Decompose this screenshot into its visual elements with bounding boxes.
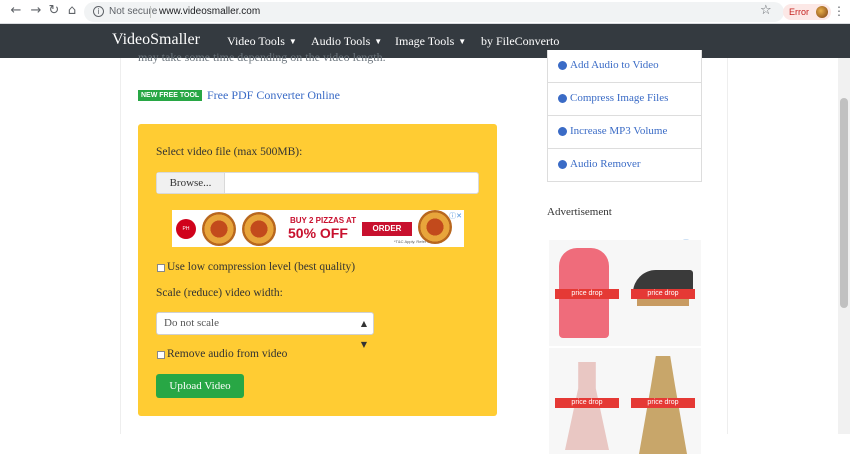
price-drop-tag: price drop bbox=[555, 398, 619, 408]
product-ad-jacket[interactable]: price drop bbox=[549, 240, 625, 346]
chevron-down-icon: ▼ bbox=[288, 37, 297, 46]
upload-video-button[interactable]: Upload Video bbox=[156, 374, 244, 398]
price-drop-tag: price drop bbox=[631, 398, 695, 408]
sidebar-item-label: Increase MP3 Volume bbox=[570, 125, 668, 137]
product-ad-gown[interactable]: price drop bbox=[625, 348, 701, 454]
scale-select[interactable]: Do not scale ▲ ▼ bbox=[156, 312, 374, 349]
price-drop-tag: price drop bbox=[555, 289, 619, 299]
star-icon[interactable]: ☆ bbox=[760, 3, 772, 18]
sidebar-item-increase-mp3[interactable]: Increase MP3 Volume bbox=[547, 116, 702, 149]
site-navbar: VideoSmaller Video Tools ▼ Audio Tools ▼ I… bbox=[0, 24, 850, 58]
sidebar-item-add-audio[interactable]: Add Audio to Video bbox=[547, 50, 702, 83]
price-drop-tag: price drop bbox=[631, 289, 695, 299]
globe-icon bbox=[558, 127, 567, 136]
profile-error-badge[interactable]: Error bbox=[783, 4, 831, 20]
sidebar-item-label: Compress Image Files bbox=[570, 92, 669, 104]
pizza-hut-logo: PH bbox=[176, 219, 196, 239]
url-text[interactable]: www.videosmaller.com bbox=[159, 2, 260, 22]
nav-label: Image Tools bbox=[395, 34, 455, 48]
reload-icon[interactable]: ↻ bbox=[46, 3, 62, 19]
advertisement-title: Advertisement bbox=[547, 206, 612, 218]
product-ad-sandal[interactable]: price drop bbox=[625, 240, 701, 346]
ad-line2: 50% OFF bbox=[288, 225, 348, 241]
globe-icon bbox=[558, 160, 567, 169]
content-border-right bbox=[727, 58, 728, 434]
remove-audio-checkbox[interactable] bbox=[157, 351, 165, 359]
forward-icon[interactable]: → bbox=[28, 3, 44, 19]
order-now-button[interactable]: ORDER NOW bbox=[362, 222, 412, 247]
address-bar[interactable]: i Not secure www.videosmaller.com bbox=[84, 2, 784, 22]
nav-video-tools[interactable]: Video Tools ▼ bbox=[227, 34, 297, 49]
select-arrows-icon: ▲ ▼ bbox=[360, 319, 367, 349]
low-compression-label: Use low compression level (best quality) bbox=[167, 261, 356, 273]
browse-button[interactable]: Browse... bbox=[157, 173, 225, 193]
ad-line1: BUY 2 PIZZAS AT bbox=[290, 216, 357, 225]
sidebar-item-label: Add Audio to Video bbox=[570, 59, 659, 71]
chevron-down-icon: ▼ bbox=[458, 37, 467, 46]
nav-label: by FileConverto bbox=[481, 34, 560, 48]
nav-fileconverto[interactable]: by FileConverto bbox=[481, 34, 559, 49]
low-compression-checkbox[interactable] bbox=[157, 264, 165, 272]
error-label: Error bbox=[789, 7, 809, 17]
pdf-converter-link[interactable]: Free PDF Converter Online bbox=[207, 88, 340, 103]
select-file-label: Select video file (max 500MB): bbox=[156, 146, 303, 158]
chevron-down-icon: ▼ bbox=[374, 37, 383, 46]
browser-toolbar: ← → ↻ ⌂ i Not secure www.videosmaller.co… bbox=[0, 0, 850, 24]
home-icon[interactable]: ⌂ bbox=[64, 3, 80, 19]
product-ad-dress[interactable]: price drop bbox=[549, 348, 625, 454]
back-icon[interactable]: ← bbox=[8, 3, 24, 19]
avatar bbox=[816, 6, 828, 18]
sidebar-tool-list: Add Audio to Video Compress Image Files … bbox=[547, 50, 702, 182]
nav-audio-tools[interactable]: Audio Tools ▼ bbox=[311, 34, 382, 49]
menu-kebab-icon[interactable]: ⋮ bbox=[833, 4, 845, 18]
globe-icon bbox=[558, 61, 567, 70]
pizza-ad-banner[interactable]: PH BUY 2 PIZZAS AT 50% OFF ORDER NOW *T&… bbox=[172, 210, 464, 247]
scrollbar-thumb[interactable] bbox=[840, 98, 848, 308]
sidebar-item-compress-image[interactable]: Compress Image Files bbox=[547, 83, 702, 116]
upload-form: Select video file (max 500MB): Browse...… bbox=[138, 124, 497, 416]
intro-text: may take some time depending on the vide… bbox=[138, 50, 386, 64]
scale-label: Scale (reduce) video width: bbox=[156, 287, 283, 299]
nav-label: Video Tools bbox=[227, 34, 285, 48]
remove-audio-label: Remove audio from video bbox=[167, 348, 288, 360]
sidebar-item-label: Audio Remover bbox=[570, 158, 641, 170]
scale-selected-value: Do not scale bbox=[164, 317, 219, 329]
file-input[interactable]: Browse... bbox=[156, 172, 479, 194]
nav-image-tools[interactable]: Image Tools ▼ bbox=[395, 34, 466, 49]
pizza-image bbox=[418, 210, 452, 244]
adchoices-icon[interactable]: ⓘ✕ bbox=[449, 211, 462, 221]
nav-label: Audio Tools bbox=[311, 34, 371, 48]
site-brand[interactable]: VideoSmaller bbox=[112, 31, 200, 49]
new-tool-badge: NEW FREE TOOL bbox=[138, 90, 203, 101]
content-border-left bbox=[120, 58, 121, 434]
sidebar-item-audio-remover[interactable]: Audio Remover bbox=[547, 149, 702, 182]
pizza-image bbox=[202, 212, 236, 246]
globe-icon bbox=[558, 94, 567, 103]
pizza-image bbox=[242, 212, 276, 246]
info-icon[interactable]: i bbox=[93, 6, 104, 17]
page-scrollbar[interactable] bbox=[838, 58, 850, 434]
address-separator bbox=[150, 6, 151, 18]
